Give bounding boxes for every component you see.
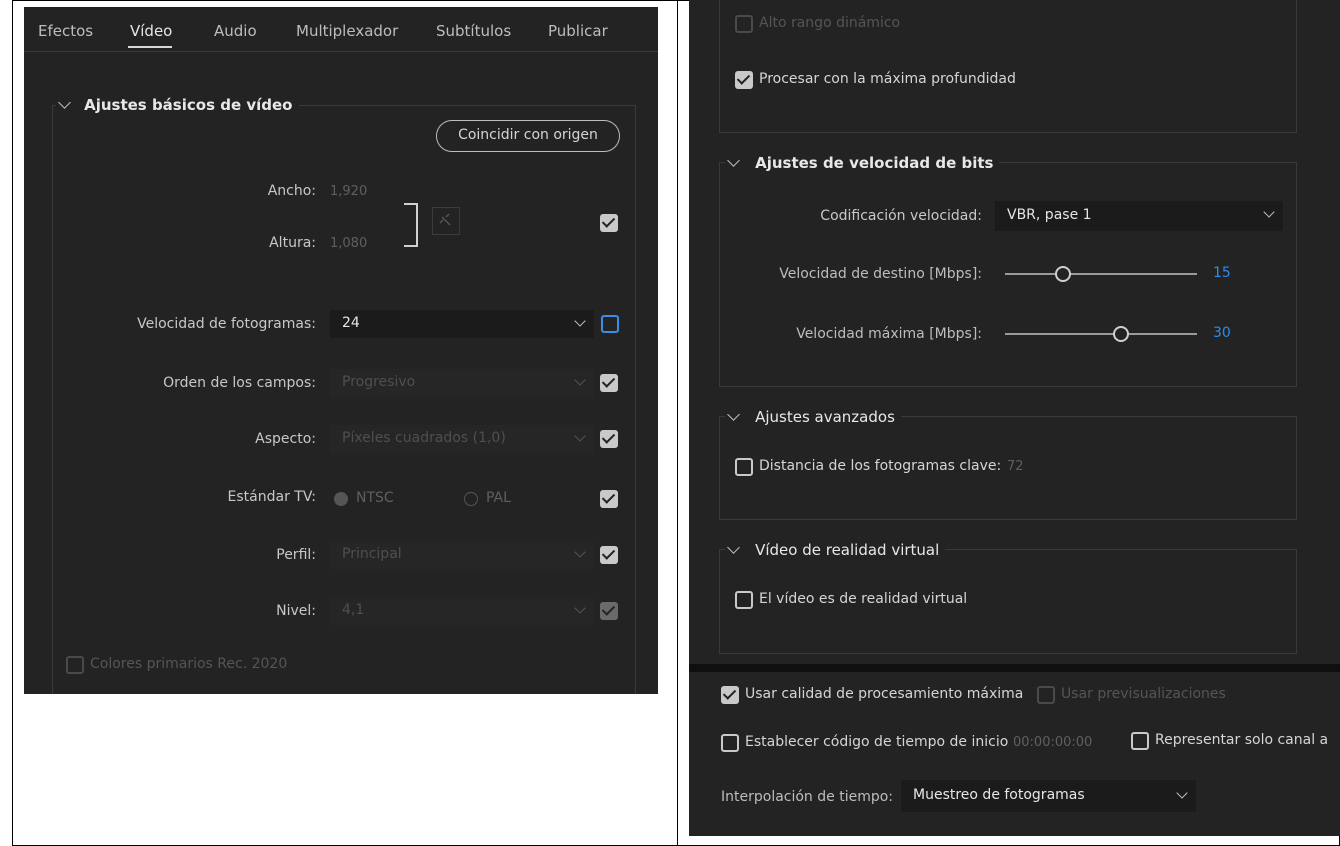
left-export-panel: Efectos Vídeo Audio Multiplexador Subtít… <box>24 7 658 694</box>
max-quality-label: Usar calidad de procesamiento máxima <box>745 686 1024 702</box>
rec2020-label: Colores primarios Rec. 2020 <box>90 656 288 672</box>
level-select[interactable]: 4,1 <box>330 597 594 625</box>
level-checkbox[interactable] <box>600 602 618 620</box>
profile-value: Principal <box>342 546 402 562</box>
advanced-section-title: Ajustes avanzados <box>755 408 895 426</box>
ntsc-label: NTSC <box>356 490 394 506</box>
max-quality-checkbox[interactable] <box>721 686 739 704</box>
max-depth-checkbox[interactable] <box>735 71 753 89</box>
height-value: 1,080 <box>330 236 368 251</box>
keyframe-checkbox[interactable] <box>735 458 753 476</box>
bitrate-section-header[interactable]: Ajustes de velocidad de bits <box>725 153 1000 172</box>
bitrate-section-title: Ajustes de velocidad de bits <box>755 154 994 172</box>
panel-separator <box>689 664 1340 672</box>
ntsc-radio[interactable] <box>334 492 348 506</box>
unlink-icon[interactable] <box>432 207 460 235</box>
target-bitrate-knob[interactable] <box>1055 266 1071 282</box>
tab-publicar[interactable]: Publicar <box>548 22 608 40</box>
field-order-checkbox[interactable] <box>600 374 618 392</box>
use-previews-checkbox[interactable] <box>1037 686 1055 704</box>
chevron-down-icon <box>574 374 586 386</box>
tv-standard-checkbox[interactable] <box>600 490 618 508</box>
chevron-down-icon <box>727 154 740 167</box>
target-bitrate-value[interactable]: 15 <box>1213 265 1231 281</box>
profile-label: Perfil: <box>276 547 316 563</box>
bitrate-encoding-label: Codificación velocidad: <box>820 208 982 224</box>
frame-rate-checkbox[interactable] <box>601 315 619 333</box>
tab-video[interactable]: Vídeo <box>130 22 172 40</box>
alpha-only-label: Representar solo canal a <box>1155 732 1329 748</box>
tv-standard-label: Estándar TV: <box>227 489 316 505</box>
start-timecode-label: Establecer código de tiempo de inicio <box>745 734 1009 750</box>
dimensions-checkbox[interactable] <box>600 214 618 232</box>
chevron-down-icon <box>574 315 586 327</box>
basic-video-section-title: Ajustes básicos de vídeo <box>84 96 293 114</box>
max-bitrate-value[interactable]: 30 <box>1213 325 1231 341</box>
aspect-select[interactable]: Píxeles cuadrados (1,0) <box>330 425 594 453</box>
advanced-section-header[interactable]: Ajustes avanzados <box>725 407 901 426</box>
pal-label: PAL <box>486 490 511 506</box>
tab-audio[interactable]: Audio <box>214 22 257 40</box>
tabs-divider <box>24 51 658 52</box>
chevron-down-icon <box>727 408 740 421</box>
match-source-button[interactable]: Coincidir con origen <box>436 120 620 152</box>
chevron-down-icon <box>1176 787 1188 799</box>
width-value: 1,920 <box>330 184 368 199</box>
time-interp-value: Muestreo de fotogramas <box>913 787 1085 803</box>
chevron-down-icon <box>58 96 71 109</box>
profile-checkbox[interactable] <box>600 546 618 564</box>
aspect-value: Píxeles cuadrados (1,0) <box>342 430 506 446</box>
active-tab-underline <box>128 46 172 48</box>
time-interp-label: Interpolación de tiempo: <box>721 789 894 805</box>
chevron-down-icon <box>727 541 740 554</box>
max-bitrate-knob[interactable] <box>1113 326 1129 342</box>
max-depth-label: Procesar con la máxima profundidad <box>759 71 1016 87</box>
alpha-only-checkbox[interactable] <box>1131 732 1149 750</box>
chevron-down-icon <box>574 546 586 558</box>
link-bracket <box>404 203 418 247</box>
level-label: Nivel: <box>276 603 316 619</box>
start-timecode-value[interactable]: 00:00:00:00 <box>1013 735 1092 750</box>
use-previews-label: Usar previsualizaciones <box>1061 686 1226 702</box>
max-bitrate-label: Velocidad máxima [Mbps]: <box>796 326 982 342</box>
frame-rate-select[interactable]: 24 <box>330 310 594 338</box>
keyframe-label: Distancia de los fotogramas clave: <box>759 458 1002 474</box>
right-export-panel: Alto rango dinámico Procesar con la máxi… <box>689 0 1340 836</box>
pal-radio[interactable] <box>464 492 478 506</box>
tab-subtitulos[interactable]: Subtítulos <box>436 22 511 40</box>
target-bitrate-track[interactable] <box>1005 273 1197 275</box>
max-bitrate-track[interactable] <box>1005 333 1197 335</box>
aspect-checkbox[interactable] <box>600 430 618 448</box>
keyframe-value[interactable]: 72 <box>1007 459 1024 474</box>
frame-rate-value: 24 <box>342 315 360 331</box>
vr-section-title: Vídeo de realidad virtual <box>755 541 940 559</box>
height-label: Altura: <box>269 235 316 251</box>
field-order-label: Orden de los campos: <box>163 375 316 391</box>
basic-video-section-header[interactable]: Ajustes básicos de vídeo <box>56 95 299 114</box>
level-value: 4,1 <box>342 602 365 618</box>
width-label: Ancho: <box>267 183 316 199</box>
bitrate-encoding-select[interactable]: VBR, pase 1 <box>995 201 1283 231</box>
bitrate-encoding-value: VBR, pase 1 <box>1007 207 1092 223</box>
tab-multiplexador[interactable]: Multiplexador <box>296 22 398 40</box>
rec2020-checkbox[interactable] <box>66 656 84 674</box>
start-timecode-checkbox[interactable] <box>721 734 739 752</box>
vr-label: El vídeo es de realidad virtual <box>759 591 968 607</box>
vr-section-header[interactable]: Vídeo de realidad virtual <box>725 540 946 559</box>
target-bitrate-label: Velocidad de destino [Mbps]: <box>779 266 982 282</box>
hdr-checkbox[interactable] <box>735 15 753 33</box>
profile-select[interactable]: Principal <box>330 541 594 569</box>
vr-checkbox[interactable] <box>735 591 753 609</box>
chevron-down-icon <box>574 430 586 442</box>
aspect-label: Aspecto: <box>255 431 316 447</box>
chevron-down-icon <box>574 602 586 614</box>
field-order-select[interactable]: Progresivo <box>330 369 594 397</box>
time-interp-select[interactable]: Muestreo de fotogramas <box>901 780 1196 812</box>
hdr-label: Alto rango dinámico <box>759 15 901 31</box>
chevron-down-icon <box>1263 206 1275 218</box>
tab-efectos[interactable]: Efectos <box>38 22 93 40</box>
field-order-value: Progresivo <box>342 374 416 390</box>
frame-rate-label: Velocidad de fotogramas: <box>137 316 316 332</box>
